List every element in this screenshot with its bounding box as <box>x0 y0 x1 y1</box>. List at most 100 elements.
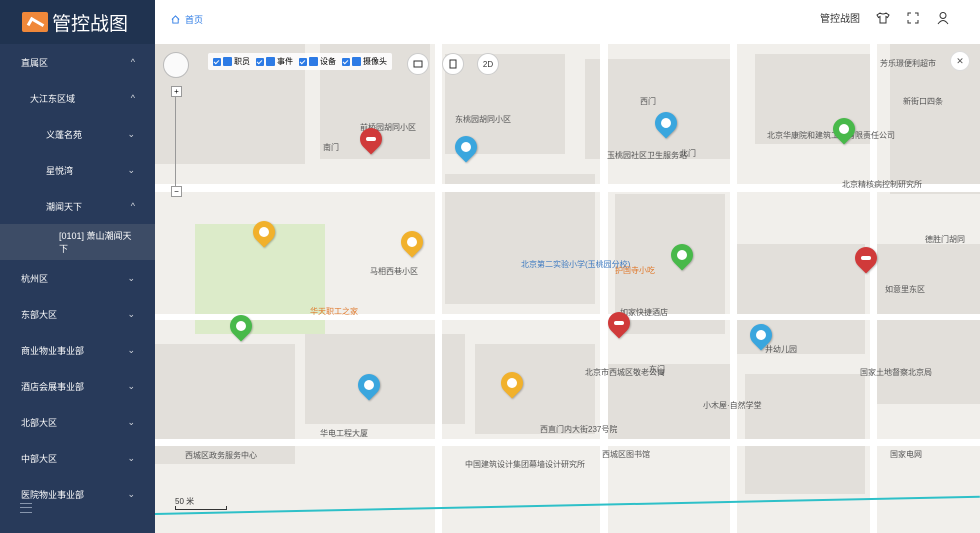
map-label: 东桃园胡同小区 <box>455 115 511 124</box>
sidebar-item-yipeng[interactable]: 义蓬名苑 ⌄ <box>0 116 155 152</box>
clipboard-button[interactable] <box>442 53 464 75</box>
zoom-slider[interactable]: + − <box>171 86 182 197</box>
shirt-icon[interactable] <box>876 11 890 25</box>
sidebar-item-label: 医院物业事业部 <box>21 489 85 500</box>
sidebar-item-label: 东部大区 <box>21 309 58 320</box>
sidebar-item-chaowen[interactable]: 潮闻天下 ^ <box>0 188 155 224</box>
road <box>435 44 442 533</box>
filter-label: 事件 <box>277 57 293 66</box>
2d-toggle-button[interactable]: 2D <box>477 53 499 75</box>
subway-line <box>155 495 980 515</box>
chevron-down-icon: ⌄ <box>127 164 135 175</box>
sidebar-item-xingyuewan[interactable]: 星悦湾 ⌄ <box>0 152 155 188</box>
map-label: 马相西巷小区 <box>370 267 418 276</box>
checkbox-icon[interactable] <box>299 57 307 66</box>
filter-label: 摄像头 <box>363 57 387 66</box>
fullscreen-icon[interactable] <box>906 11 920 25</box>
checkbox-icon[interactable] <box>342 57 350 66</box>
device-icon <box>309 57 318 66</box>
map-block <box>475 344 595 434</box>
road <box>870 44 877 533</box>
sidebar-item-beibu[interactable]: 北部大区 ⌄ <box>0 404 155 440</box>
sidebar-item-dongbu[interactable]: 东部大区 ⌄ <box>0 296 155 332</box>
map-label: 西直门内大街237号院 <box>540 425 618 434</box>
zoom-in-button[interactable]: + <box>171 86 182 97</box>
layer-filters: 职员 事件 设备 摄像头 <box>208 53 392 70</box>
app-title: 管控战图 <box>52 13 129 35</box>
staff-marker[interactable] <box>396 226 428 258</box>
map-label: 西门 <box>640 97 656 106</box>
sidebar-item-label: 杭州区 <box>21 273 49 284</box>
sidebar-item-label: [0101] 萧山潮闻天下 <box>59 231 132 254</box>
pan-control[interactable] <box>163 52 189 78</box>
close-icon[interactable]: ✕ <box>950 51 970 71</box>
filter-camera[interactable]: 摄像头 <box>342 56 387 67</box>
map-view-button[interactable] <box>407 53 429 75</box>
sidebar-item-jiudian[interactable]: 酒店会展事业部 ⌄ <box>0 368 155 404</box>
sidebar-item-hangzhou[interactable]: 杭州区 ⌄ <box>0 260 155 296</box>
sidebar-item-shangye[interactable]: 商业物业事业部 ⌄ <box>0 332 155 368</box>
map-label: 北京第二实验小学(玉桃园分校) <box>521 260 631 269</box>
map-label: 玉桃园社区卫生服务站 <box>607 151 687 160</box>
filter-device[interactable]: 设备 <box>299 56 336 67</box>
sidebar-item-label: 直属区 <box>21 57 49 68</box>
map-label: 井幼儿园 <box>765 345 797 354</box>
chevron-down-icon: ⌄ <box>127 344 135 355</box>
map-label: 北京精核病控制研究所 <box>842 180 922 189</box>
sidebar-item-label: 商业物业事业部 <box>21 345 85 356</box>
map-label: 西城区政务服务中心 <box>185 451 257 460</box>
chevron-down-icon: ⌄ <box>127 308 135 319</box>
checkbox-icon[interactable] <box>213 57 221 66</box>
breadcrumb[interactable]: 首页 <box>171 13 203 26</box>
sidebar: 管控战图 直属区 ^ 大江东区域 ^ 义蓬名苑 ⌄ 星悦湾 ⌄ 潮闻天下 ^ [0101]… <box>0 0 155 533</box>
map-label: 小木屋·自然学堂 <box>703 401 762 410</box>
sidebar-item-label: 潮闻天下 <box>46 201 83 212</box>
map-block <box>155 344 295 464</box>
filter-label: 职员 <box>234 57 250 66</box>
sidebar-item-label: 酒店会展事业部 <box>21 381 85 392</box>
map-label: 东门 <box>649 365 665 374</box>
scale-bar <box>175 506 227 510</box>
top-bar-actions: 管控战图 <box>820 10 950 25</box>
camera-icon <box>352 57 361 66</box>
zoom-out-button[interactable]: − <box>171 186 182 197</box>
chevron-up-icon: ^ <box>130 57 135 67</box>
staff-icon <box>223 57 232 66</box>
chevron-down-icon: ⌄ <box>127 272 135 283</box>
map-label: 护国寺小吃 <box>615 266 655 275</box>
chevron-up-icon: ^ <box>130 93 135 103</box>
sidebar-item-label: 中部大区 <box>21 453 58 464</box>
map-label: 中国建筑设计集团幕墙设计研究所 <box>465 460 585 469</box>
menu-collapse-icon[interactable] <box>20 503 32 513</box>
sidebar-item-dajiangdong[interactable]: 大江东区域 ^ <box>0 80 155 116</box>
map-label: 南门 <box>323 143 339 152</box>
sidebar-item-label: 义蓬名苑 <box>46 129 83 140</box>
map-label: 如意里东区 <box>885 285 925 294</box>
app-logo: 管控战图 <box>0 0 155 44</box>
layers-icon <box>413 60 423 68</box>
sidebar-item-zhishuqu[interactable]: 直属区 ^ <box>0 44 155 80</box>
page-title: 管控战图 <box>820 14 860 25</box>
filter-staff[interactable]: 职员 <box>213 56 250 67</box>
user-icon[interactable] <box>936 11 950 25</box>
map-label: 芳乐璟便利超市 <box>880 59 936 68</box>
sidebar-item-label: 北部大区 <box>21 417 58 428</box>
chevron-down-icon: ⌄ <box>127 380 135 391</box>
chevron-up-icon: ^ <box>130 201 135 211</box>
logo-icon <box>22 12 48 32</box>
chevron-down-icon: ⌄ <box>127 416 135 427</box>
breadcrumb-home: 首页 <box>185 15 204 25</box>
checkbox-icon[interactable] <box>256 57 264 66</box>
map-block <box>745 374 865 494</box>
chevron-down-icon: ⌄ <box>127 488 135 499</box>
sidebar-item-zhongbu[interactable]: 中部大区 ⌄ <box>0 440 155 476</box>
clipboard-icon <box>449 59 457 69</box>
filter-event[interactable]: 事件 <box>256 56 293 67</box>
map-label: 国家电网 <box>890 450 922 459</box>
map-view[interactable]: 前桥园胡同小区 东桃园胡同小区 玉桃园社区卫生服务站 北京华康院和建筑工程有限责… <box>155 44 980 533</box>
map-label: 华电工程大厦 <box>320 429 368 438</box>
sidebar-item-xiaoshan-chaowen[interactable]: [0101] 萧山潮闻天下 <box>0 224 155 260</box>
road <box>155 314 980 320</box>
filter-label: 设备 <box>320 57 336 66</box>
map-label: 北京华康院和建筑工程有限责任公司 <box>767 131 895 140</box>
